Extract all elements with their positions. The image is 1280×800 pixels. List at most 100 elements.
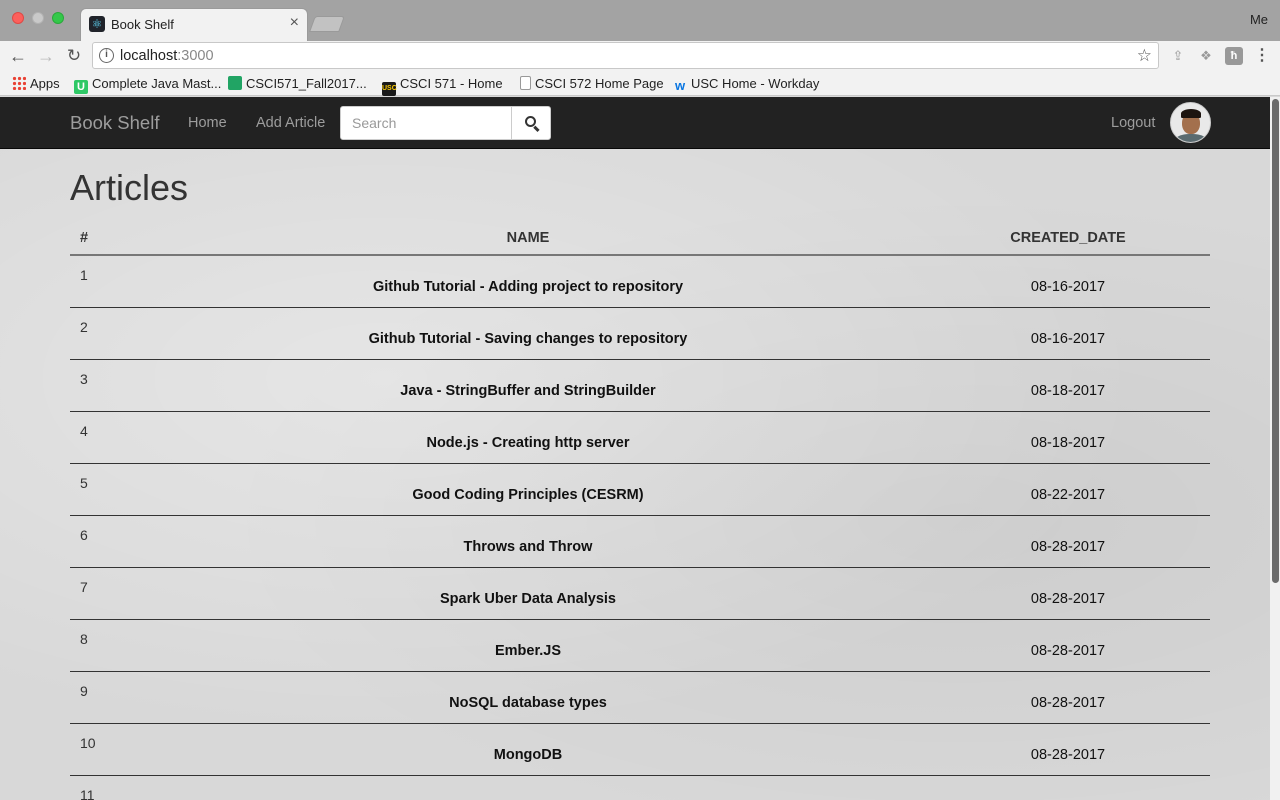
article-name: Good Coding Principles (CESRM) (130, 463, 926, 516)
created-date: 08-28-2017 (926, 671, 1210, 724)
article-name: Github Tutorial - Adding project to repo… (130, 255, 926, 308)
search-icon-handle (533, 125, 540, 133)
table-row[interactable]: 8 Ember.JS 08-28-2017 (70, 619, 1210, 672)
page-icon (520, 76, 531, 90)
table-header-row: # NAME CREATED_DATE (70, 221, 1210, 256)
article-name: GroupingDishes (130, 775, 926, 800)
reload-icon[interactable]: ↻ (62, 44, 86, 68)
created-date: 08-28-2017 (926, 723, 1210, 776)
table-row[interactable]: 7 Spark Uber Data Analysis 08-28-2017 (70, 567, 1210, 620)
article-name: NoSQL database types (130, 671, 926, 724)
bookmark-star-icon[interactable]: ☆ (1137, 46, 1152, 66)
user-avatar[interactable] (1170, 102, 1211, 143)
workday-icon: w (674, 78, 686, 93)
table-row[interactable]: 5 Good Coding Principles (CESRM) 08-22-201… (70, 463, 1210, 516)
sheets-icon (228, 76, 242, 90)
page-scrollbar[interactable] (1270, 97, 1280, 800)
nav-home-link[interactable]: Home (188, 115, 227, 131)
extension-square-icon[interactable]: ħ (1225, 47, 1243, 65)
usc-icon: USC (382, 82, 397, 96)
header-name: NAME (130, 221, 926, 256)
table-row[interactable]: 3 Java - StringBuffer and StringBuilder 08… (70, 359, 1210, 412)
bookmarks-bar: Apps U Complete Java Mast... CSCI571_Fall… (0, 71, 1280, 96)
forward-arrow-icon[interactable]: → (34, 44, 58, 68)
table-row[interactable]: 4 Node.js - Creating http server 08-18-201… (70, 411, 1210, 464)
url-host: localhost (120, 48, 178, 64)
bookmark-csci572-home[interactable]: CSCI 572 Home Page (520, 75, 664, 92)
row-number: 3 (70, 359, 130, 412)
bookmark-apps[interactable]: Apps (12, 75, 60, 92)
page-title: Articles (70, 167, 189, 208)
article-name: Java - StringBuffer and StringBuilder (130, 359, 926, 412)
row-number: 7 (70, 567, 130, 620)
bookmark-complete-java[interactable]: U Complete Java Mast... (74, 75, 222, 94)
browser-titlebar: ⚛ Book Shelf × Me (0, 0, 1280, 41)
back-arrow-icon[interactable]: ← (6, 44, 30, 68)
row-number: 1 (70, 255, 130, 308)
article-name: MongoDB (130, 723, 926, 776)
new-tab-button[interactable] (309, 16, 345, 32)
react-favicon-icon: ⚛ (89, 16, 105, 32)
avatar-shirt (1175, 134, 1207, 142)
bookmark-label: CSCI 571 - Home (400, 76, 503, 91)
table-row[interactable]: 11GroupingDishes08-28-2017 (70, 775, 1210, 800)
bookmark-label: Apps (30, 76, 60, 91)
bookmark-label: Complete Java Mast... (92, 76, 222, 91)
nav-add-article-link[interactable]: Add Article (256, 115, 325, 131)
bookmark-csci571-fall[interactable]: CSCI571_Fall2017... (228, 75, 367, 92)
created-date: 08-28-2017 (926, 515, 1210, 568)
row-number: 8 (70, 619, 130, 672)
article-name: Node.js - Creating http server (130, 411, 926, 464)
created-date: 08-22-2017 (926, 463, 1210, 516)
created-date: 08-16-2017 (926, 255, 1210, 308)
page-viewport: Book Shelf Home Add Article Logout Artic… (0, 97, 1280, 800)
articles-table: # NAME CREATED_DATE 1 Github Tutorial - A… (70, 221, 1210, 800)
profile-button[interactable]: Me (1250, 12, 1268, 27)
row-number: 5 (70, 463, 130, 516)
table-row[interactable]: 6 Throws and Throw 08-28-2017 (70, 515, 1210, 568)
row-number: 6 (70, 515, 130, 568)
table-row[interactable]: 10 MongoDB 08-28-2017 (70, 723, 1210, 776)
search-button[interactable] (511, 106, 551, 140)
bookmark-usc-workday[interactable]: w USC Home - Workday (673, 75, 820, 93)
table-row[interactable]: 2 Github Tutorial - Saving changes to rep… (70, 307, 1210, 360)
window-minimize-button[interactable] (32, 12, 44, 24)
tab-title: Book Shelf (111, 17, 174, 32)
bookmark-csci571-home[interactable]: USC CSCI 571 - Home (382, 75, 503, 96)
table-row[interactable]: 9 NoSQL database types 08-28-2017 (70, 671, 1210, 724)
window-maximize-button[interactable] (52, 12, 64, 24)
url-port: :3000 (177, 48, 214, 64)
row-number: 9 (70, 671, 130, 724)
address-bar[interactable]: i localhost:3000 ☆ (92, 42, 1159, 69)
created-date: 08-18-2017 (926, 359, 1210, 412)
row-number: 10 (70, 723, 130, 776)
created-date: 08-28-2017 (926, 567, 1210, 620)
avatar-hair (1181, 109, 1201, 118)
logout-link[interactable]: Logout (1111, 115, 1155, 131)
bookmark-label: USC Home - Workday (691, 76, 820, 91)
header-created-date: CREATED_DATE (926, 221, 1210, 256)
created-date: 08-18-2017 (926, 411, 1210, 464)
bookmark-label: CSCI571_Fall2017... (246, 76, 367, 91)
table-row[interactable]: 1 Github Tutorial - Adding project to rep… (70, 255, 1210, 308)
dropbox-icon[interactable]: ❖ (1197, 47, 1215, 65)
info-icon[interactable]: i (99, 48, 114, 63)
header-number: # (70, 221, 130, 256)
navbar-brand[interactable]: Book Shelf (70, 112, 159, 134)
apps-grid-icon (12, 76, 26, 90)
extension-upload-icon[interactable]: ⇪ (1169, 47, 1187, 65)
article-name: Ember.JS (130, 619, 926, 672)
udemy-icon: U (74, 80, 88, 94)
search-input[interactable] (340, 106, 512, 140)
row-number: 11 (70, 775, 130, 800)
browser-menu-icon[interactable]: ⋮ (1254, 45, 1270, 65)
tab-close-icon[interactable]: × (290, 14, 299, 32)
scrollbar-thumb[interactable] (1272, 99, 1279, 583)
browser-tab-active[interactable]: ⚛ Book Shelf × (80, 8, 308, 41)
browser-toolbar: ← → ↻ i localhost:3000 ☆ ⇪ ❖ ħ ⋮ (0, 41, 1280, 71)
article-name: Github Tutorial - Saving changes to repo… (130, 307, 926, 360)
window-close-button[interactable] (12, 12, 24, 24)
url-text[interactable]: localhost:3000 (120, 48, 214, 64)
bookmark-label: CSCI 572 Home Page (535, 76, 664, 91)
created-date: 08-28-2017 (926, 775, 1210, 800)
